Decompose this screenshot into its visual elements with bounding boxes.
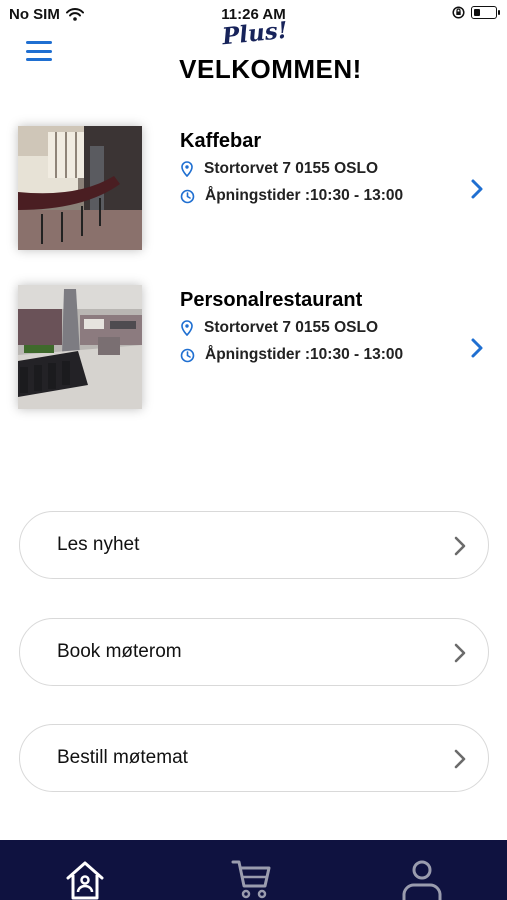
user-icon[interactable] bbox=[401, 858, 443, 900]
page-title: VELKOMMEN! bbox=[179, 54, 362, 84]
venue-card-kaffebar[interactable]: Kaffebar Stortorvet 7 0155 OSLO Åpningst… bbox=[0, 126, 507, 261]
venue-address-text: Stortorvet 7 0155 OSLO bbox=[204, 160, 379, 177]
venue-address: Stortorvet 7 0155 OSLO bbox=[180, 319, 378, 337]
venue-photo bbox=[18, 126, 142, 250]
book-meeting-room-button[interactable]: Book møterom bbox=[19, 618, 489, 686]
action-label: Bestill møtemat bbox=[57, 747, 188, 768]
chevron-right-icon[interactable] bbox=[470, 178, 484, 200]
location-pin-icon bbox=[181, 320, 193, 336]
app-logo: Plus! bbox=[220, 16, 290, 51]
clock-icon bbox=[180, 348, 195, 362]
chevron-right-icon bbox=[454, 643, 466, 663]
menu-bar bbox=[26, 49, 52, 53]
status-right bbox=[452, 6, 500, 19]
venue-hours-text: Åpningstider :10:30 - 13:00 bbox=[205, 187, 404, 204]
venue-address-text: Stortorvet 7 0155 OSLO bbox=[204, 319, 379, 336]
read-news-button[interactable]: Les nyhet bbox=[19, 511, 489, 579]
chevron-right-icon bbox=[454, 536, 466, 556]
clock-icon bbox=[180, 189, 195, 203]
action-label: Book møterom bbox=[57, 641, 182, 662]
order-meeting-food-button[interactable]: Bestill møtemat bbox=[19, 724, 489, 792]
venue-photo bbox=[18, 285, 142, 409]
action-label: Les nyhet bbox=[57, 534, 140, 555]
location-pin-icon bbox=[181, 161, 193, 177]
menu-bar bbox=[26, 41, 52, 44]
battery-icon bbox=[471, 6, 500, 19]
chevron-right-icon[interactable] bbox=[470, 337, 484, 359]
chevron-right-icon bbox=[454, 749, 466, 769]
venue-hours: Åpningstider :10:30 - 13:00 bbox=[180, 346, 403, 364]
cart-icon[interactable] bbox=[229, 858, 273, 900]
venue-name: Kaffebar bbox=[180, 130, 262, 152]
bottom-nav bbox=[0, 840, 507, 900]
venue-card-personalrestaurant[interactable]: Personalrestaurant Stortorvet 7 0155 OSL… bbox=[0, 285, 507, 420]
venue-address: Stortorvet 7 0155 OSLO bbox=[180, 160, 378, 178]
venue-name: Personalrestaurant bbox=[180, 289, 363, 311]
venue-hours: Åpningstider :10:30 - 13:00 bbox=[180, 187, 403, 205]
venue-hours-text: Åpningstider :10:30 - 13:00 bbox=[205, 346, 404, 363]
orientation-lock-icon bbox=[452, 6, 465, 19]
battery-level bbox=[474, 9, 480, 16]
home-icon[interactable] bbox=[64, 858, 106, 900]
